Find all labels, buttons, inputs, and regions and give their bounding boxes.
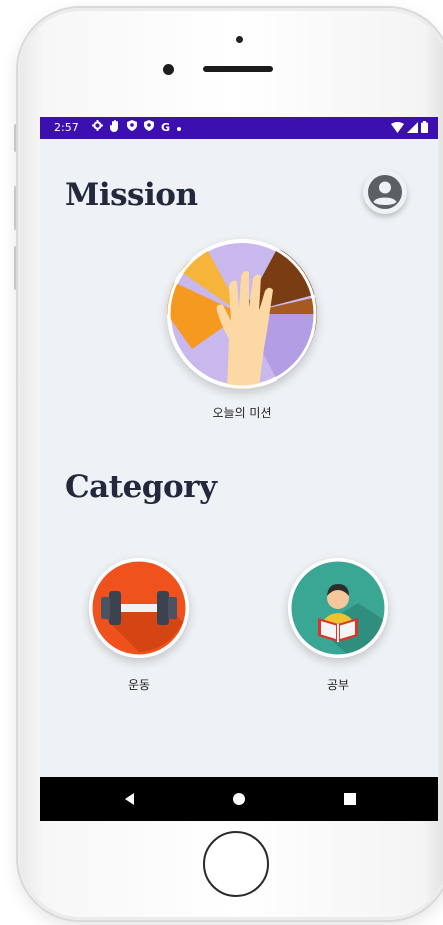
shield-icon bbox=[144, 120, 154, 136]
category-study-button[interactable] bbox=[288, 558, 388, 658]
proximity-sensor bbox=[163, 64, 174, 75]
device-frame: 2:57 G Mission 오늘의 미션 Category 운동 공부 bbox=[0, 0, 443, 925]
status-time: 2:57 bbox=[54, 121, 79, 134]
wifi-icon bbox=[391, 121, 404, 136]
navigation-bar bbox=[40, 777, 438, 821]
dot-icon bbox=[177, 120, 182, 136]
recents-icon[interactable] bbox=[342, 791, 358, 807]
mission-item-label: 오늘의 미션 bbox=[212, 406, 272, 420]
app-screen: 2:57 G Mission 오늘의 미션 Category 운동 공부 bbox=[40, 117, 438, 821]
hands-together-icon bbox=[167, 239, 317, 389]
student-reading-icon bbox=[288, 558, 388, 658]
profile-button[interactable] bbox=[363, 170, 407, 214]
google-icon: G bbox=[161, 121, 171, 134]
status-bar: 2:57 G bbox=[40, 117, 438, 139]
battery-icon bbox=[421, 121, 428, 136]
gear-icon bbox=[92, 120, 103, 136]
account-circle-icon bbox=[368, 175, 402, 209]
system-status-icons bbox=[391, 121, 428, 136]
category-study-label: 공부 bbox=[326, 678, 350, 692]
back-icon[interactable] bbox=[122, 791, 138, 807]
shield-icon bbox=[127, 120, 137, 136]
mission-title: Mission bbox=[65, 177, 198, 213]
front-camera bbox=[236, 36, 243, 43]
hand-icon bbox=[110, 119, 120, 137]
signal-icon bbox=[407, 121, 418, 136]
dumbbell-icon bbox=[89, 558, 189, 658]
category-exercise-label: 운동 bbox=[127, 678, 151, 692]
home-icon[interactable] bbox=[231, 791, 247, 807]
category-exercise-button[interactable] bbox=[89, 558, 189, 658]
home-button[interactable] bbox=[203, 831, 269, 897]
notification-icons: G bbox=[92, 119, 182, 137]
todays-mission-button[interactable] bbox=[167, 239, 317, 389]
earpiece-speaker bbox=[203, 66, 273, 72]
category-title: Category bbox=[65, 469, 217, 505]
